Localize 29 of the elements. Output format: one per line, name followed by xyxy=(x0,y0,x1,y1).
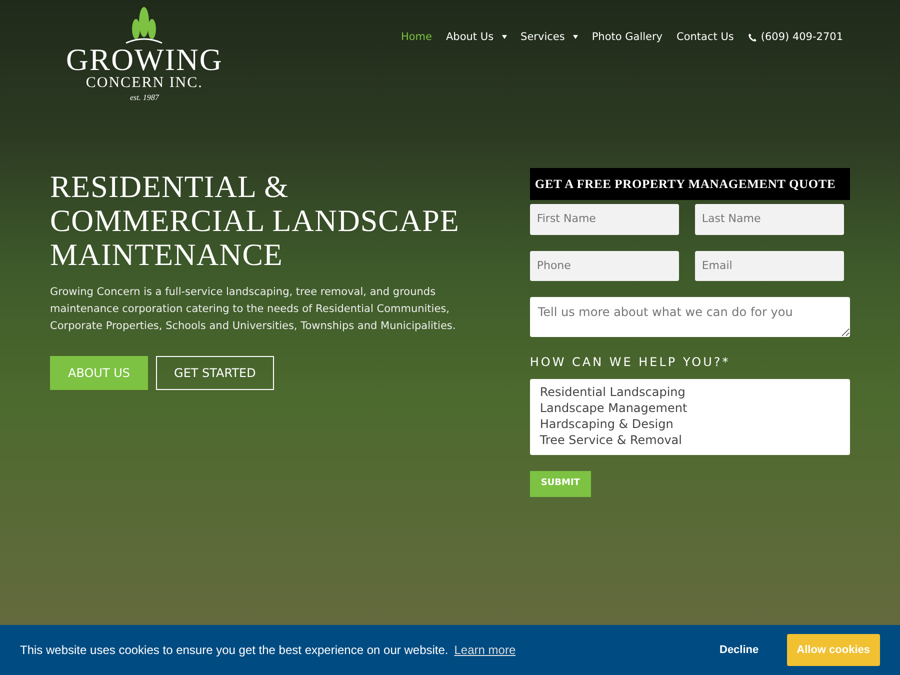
phone-icon xyxy=(748,33,757,42)
learn-more-link[interactable]: Learn more xyxy=(454,643,516,657)
list-option[interactable]: Residential Landscaping xyxy=(540,384,840,400)
list-option[interactable]: Landscape Management xyxy=(540,400,840,416)
list-option[interactable]: Hardscaping & Design xyxy=(540,416,840,432)
trees-logo-icon xyxy=(124,6,164,44)
nav-link[interactable]: Home xyxy=(394,30,439,46)
get-started-button[interactable]: GET STARTED xyxy=(156,356,274,390)
nav-link[interactable]: Contact Us xyxy=(670,30,741,46)
services-listbox[interactable]: Residential Landscaping Landscape Management Hardscaping & Design Tree Service & Removal xyxy=(530,379,850,456)
nav-link[interactable]: About Us xyxy=(439,30,514,46)
phone-link[interactable]: (609) 409-2701 xyxy=(740,30,850,46)
list-option[interactable]: Tree Service & Removal xyxy=(540,432,840,448)
input-field[interactable]: Last Name xyxy=(694,204,844,235)
help-label: HOW CAN WE HELP YOU?* xyxy=(530,354,732,372)
nav-link[interactable]: Photo Gallery xyxy=(584,30,670,46)
logo-subname: CONCERN INC. xyxy=(86,75,203,92)
input-field[interactable]: Phone xyxy=(530,250,679,282)
logo-name: GROWING xyxy=(66,44,223,75)
nav-link[interactable]: Services xyxy=(514,30,585,46)
cookie-message: This website uses cookies to ensure you get the best experience on our website. Learn more xyxy=(20,642,516,659)
decline-button[interactable]: Decline xyxy=(714,640,765,660)
form-title: GET A FREE PROPERTY MANAGEMENT QUOTE xyxy=(530,168,850,200)
input-field[interactable]: First Name xyxy=(530,204,679,235)
hero-description: Growing Concern is a full-service landscaping, tree removal, and grounds maintenance corporation catering to the needs of Residential Communities, Corporate Properties, Schools and Universities, Townships and Municipalities. xyxy=(50,284,457,334)
logo-established: est. 1987 xyxy=(130,92,159,104)
input-field[interactable]: Email xyxy=(694,250,844,282)
message-field[interactable]: Tell us more about what we can do for you xyxy=(530,297,850,338)
hero-heading: RESIDENTIAL & COMMERCIAL LANDSCAPE MAINTENANCE xyxy=(50,170,460,272)
